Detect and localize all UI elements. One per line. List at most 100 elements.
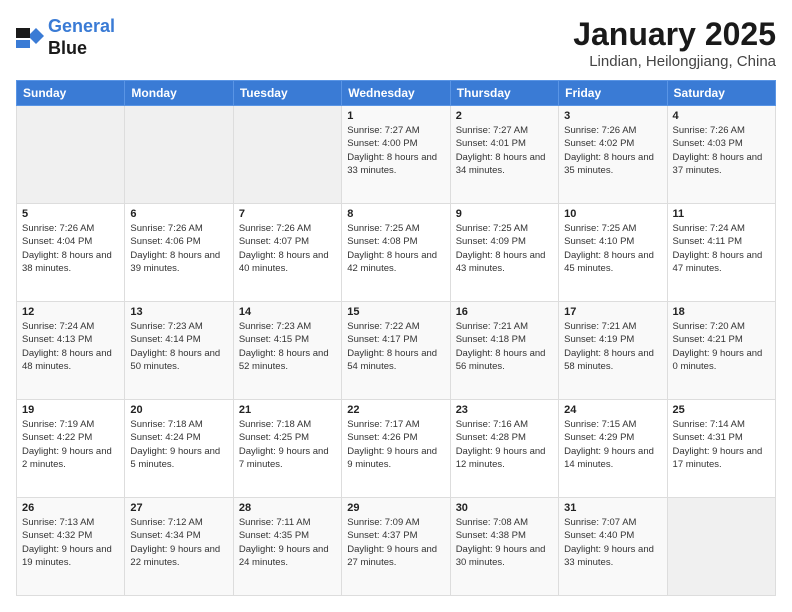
day-info: Sunrise: 7:15 AM Sunset: 4:29 PM Dayligh… bbox=[564, 418, 661, 471]
day-number: 14 bbox=[239, 306, 336, 318]
calendar-cell: 27Sunrise: 7:12 AM Sunset: 4:34 PM Dayli… bbox=[125, 498, 233, 596]
calendar-week-row: 5Sunrise: 7:26 AM Sunset: 4:04 PM Daylig… bbox=[17, 204, 776, 302]
calendar-cell: 2Sunrise: 7:27 AM Sunset: 4:01 PM Daylig… bbox=[450, 106, 558, 204]
calendar-header-row: SundayMondayTuesdayWednesdayThursdayFrid… bbox=[17, 81, 776, 106]
day-info: Sunrise: 7:21 AM Sunset: 4:19 PM Dayligh… bbox=[564, 320, 661, 373]
logo-text: General Blue bbox=[48, 16, 115, 59]
calendar-cell: 7 Sunrise: 7:26 AM Sunset: 4:07 PM Daylig… bbox=[233, 204, 341, 302]
calendar-week-row: 19 Sunrise: 7:19 AM Sunset: 4:22 PM Dayli… bbox=[17, 400, 776, 498]
day-number: 17 bbox=[564, 306, 661, 318]
day-info: Sunrise: 7:24 AM Sunset: 4:13 PM Dayligh… bbox=[22, 320, 119, 373]
calendar-cell: 9 Sunrise: 7:25 AM Sunset: 4:09 PM Daylig… bbox=[450, 204, 558, 302]
day-info: Sunrise: 7:08 AM Sunset: 4:38 PM Dayligh… bbox=[456, 516, 553, 569]
day-info: Sunrise: 7:27 AM Sunset: 4:00 PM Dayligh… bbox=[347, 124, 444, 177]
calendar-cell: 28 Sunrise: 7:11 AM Sunset: 4:35 PM Dayli… bbox=[233, 498, 341, 596]
day-info: Sunrise: 7:23 AM Sunset: 4:14 PM Dayligh… bbox=[130, 320, 227, 373]
day-number: 3 bbox=[564, 110, 661, 122]
calendar-cell: 22Sunrise: 7:17 AM Sunset: 4:26 PM Dayli… bbox=[342, 400, 450, 498]
page: General Blue January 2025 Lindian, Heilo… bbox=[0, 0, 792, 612]
day-info: Sunrise: 7:13 AM Sunset: 4:32 PM Dayligh… bbox=[22, 516, 119, 569]
location-title: Lindian, Heilongjiang, China bbox=[573, 53, 776, 70]
day-number: 23 bbox=[456, 404, 553, 416]
logo-icon bbox=[16, 24, 44, 52]
day-info: Sunrise: 7:21 AM Sunset: 4:18 PM Dayligh… bbox=[456, 320, 553, 373]
weekday-header: Tuesday bbox=[233, 81, 341, 106]
day-number: 12 bbox=[22, 306, 119, 318]
day-info: Sunrise: 7:16 AM Sunset: 4:28 PM Dayligh… bbox=[456, 418, 553, 471]
day-number: 26 bbox=[22, 502, 119, 514]
calendar-cell bbox=[667, 498, 775, 596]
day-info: Sunrise: 7:12 AM Sunset: 4:34 PM Dayligh… bbox=[130, 516, 227, 569]
day-info: Sunrise: 7:24 AM Sunset: 4:11 PM Dayligh… bbox=[673, 222, 770, 275]
day-number: 30 bbox=[456, 502, 553, 514]
day-number: 7 bbox=[239, 208, 336, 220]
calendar-cell bbox=[125, 106, 233, 204]
day-number: 18 bbox=[673, 306, 770, 318]
day-number: 24 bbox=[564, 404, 661, 416]
calendar-cell: 8 Sunrise: 7:25 AM Sunset: 4:08 PM Daylig… bbox=[342, 204, 450, 302]
calendar-cell: 4Sunrise: 7:26 AM Sunset: 4:03 PM Daylig… bbox=[667, 106, 775, 204]
day-info: Sunrise: 7:11 AM Sunset: 4:35 PM Dayligh… bbox=[239, 516, 336, 569]
calendar-cell: 30 Sunrise: 7:08 AM Sunset: 4:38 PM Dayli… bbox=[450, 498, 558, 596]
calendar-week-row: 12 Sunrise: 7:24 AM Sunset: 4:13 PM Dayli… bbox=[17, 302, 776, 400]
calendar-cell: 14Sunrise: 7:23 AM Sunset: 4:15 PM Dayli… bbox=[233, 302, 341, 400]
day-number: 28 bbox=[239, 502, 336, 514]
day-number: 13 bbox=[130, 306, 227, 318]
day-info: Sunrise: 7:22 AM Sunset: 4:17 PM Dayligh… bbox=[347, 320, 444, 373]
day-number: 25 bbox=[673, 404, 770, 416]
calendar-cell: 18 Sunrise: 7:20 AM Sunset: 4:21 PM Dayli… bbox=[667, 302, 775, 400]
day-number: 16 bbox=[456, 306, 553, 318]
calendar-week-row: 1 Sunrise: 7:27 AM Sunset: 4:00 PM Daylig… bbox=[17, 106, 776, 204]
calendar-cell bbox=[17, 106, 125, 204]
day-number: 31 bbox=[564, 502, 661, 514]
calendar-cell: 15 Sunrise: 7:22 AM Sunset: 4:17 PM Dayli… bbox=[342, 302, 450, 400]
calendar-cell: 6Sunrise: 7:26 AM Sunset: 4:06 PM Daylig… bbox=[125, 204, 233, 302]
day-info: Sunrise: 7:19 AM Sunset: 4:22 PM Dayligh… bbox=[22, 418, 119, 471]
day-info: Sunrise: 7:25 AM Sunset: 4:10 PM Dayligh… bbox=[564, 222, 661, 275]
calendar-cell: 20Sunrise: 7:18 AM Sunset: 4:24 PM Dayli… bbox=[125, 400, 233, 498]
day-number: 4 bbox=[673, 110, 770, 122]
calendar-cell: 21Sunrise: 7:18 AM Sunset: 4:25 PM Dayli… bbox=[233, 400, 341, 498]
calendar-cell: 24 Sunrise: 7:15 AM Sunset: 4:29 PM Dayli… bbox=[559, 400, 667, 498]
calendar-cell: 23 Sunrise: 7:16 AM Sunset: 4:28 PM Dayli… bbox=[450, 400, 558, 498]
calendar-cell: 26 Sunrise: 7:13 AM Sunset: 4:32 PM Dayli… bbox=[17, 498, 125, 596]
day-number: 22 bbox=[347, 404, 444, 416]
weekday-header: Saturday bbox=[667, 81, 775, 106]
calendar-cell: 10 Sunrise: 7:25 AM Sunset: 4:10 PM Dayli… bbox=[559, 204, 667, 302]
calendar-table: SundayMondayTuesdayWednesdayThursdayFrid… bbox=[16, 80, 776, 596]
weekday-header: Monday bbox=[125, 81, 233, 106]
day-number: 15 bbox=[347, 306, 444, 318]
weekday-header: Thursday bbox=[450, 81, 558, 106]
calendar-cell: 29 Sunrise: 7:09 AM Sunset: 4:37 PM Dayli… bbox=[342, 498, 450, 596]
day-number: 6 bbox=[130, 208, 227, 220]
day-number: 11 bbox=[673, 208, 770, 220]
calendar-cell: 25 Sunrise: 7:14 AM Sunset: 4:31 PM Dayli… bbox=[667, 400, 775, 498]
calendar-week-row: 26 Sunrise: 7:13 AM Sunset: 4:32 PM Dayli… bbox=[17, 498, 776, 596]
day-number: 9 bbox=[456, 208, 553, 220]
calendar-cell bbox=[233, 106, 341, 204]
day-info: Sunrise: 7:27 AM Sunset: 4:01 PM Dayligh… bbox=[456, 124, 553, 177]
header: General Blue January 2025 Lindian, Heilo… bbox=[16, 16, 776, 70]
day-info: Sunrise: 7:25 AM Sunset: 4:08 PM Dayligh… bbox=[347, 222, 444, 275]
day-info: Sunrise: 7:20 AM Sunset: 4:21 PM Dayligh… bbox=[673, 320, 770, 373]
day-number: 8 bbox=[347, 208, 444, 220]
day-number: 19 bbox=[22, 404, 119, 416]
day-number: 29 bbox=[347, 502, 444, 514]
calendar-cell: 1 Sunrise: 7:27 AM Sunset: 4:00 PM Daylig… bbox=[342, 106, 450, 204]
calendar-cell: 12 Sunrise: 7:24 AM Sunset: 4:13 PM Dayli… bbox=[17, 302, 125, 400]
calendar-cell: 11 Sunrise: 7:24 AM Sunset: 4:11 PM Dayli… bbox=[667, 204, 775, 302]
logo: General Blue bbox=[16, 16, 115, 59]
day-info: Sunrise: 7:26 AM Sunset: 4:04 PM Dayligh… bbox=[22, 222, 119, 275]
month-title: January 2025 bbox=[573, 16, 776, 53]
day-info: Sunrise: 7:26 AM Sunset: 4:02 PM Dayligh… bbox=[564, 124, 661, 177]
weekday-header: Sunday bbox=[17, 81, 125, 106]
day-info: Sunrise: 7:09 AM Sunset: 4:37 PM Dayligh… bbox=[347, 516, 444, 569]
weekday-header: Wednesday bbox=[342, 81, 450, 106]
calendar-cell: 5Sunrise: 7:26 AM Sunset: 4:04 PM Daylig… bbox=[17, 204, 125, 302]
day-info: Sunrise: 7:26 AM Sunset: 4:07 PM Dayligh… bbox=[239, 222, 336, 275]
day-number: 10 bbox=[564, 208, 661, 220]
day-number: 1 bbox=[347, 110, 444, 122]
day-info: Sunrise: 7:14 AM Sunset: 4:31 PM Dayligh… bbox=[673, 418, 770, 471]
day-info: Sunrise: 7:25 AM Sunset: 4:09 PM Dayligh… bbox=[456, 222, 553, 275]
calendar-cell: 3 Sunrise: 7:26 AM Sunset: 4:02 PM Daylig… bbox=[559, 106, 667, 204]
